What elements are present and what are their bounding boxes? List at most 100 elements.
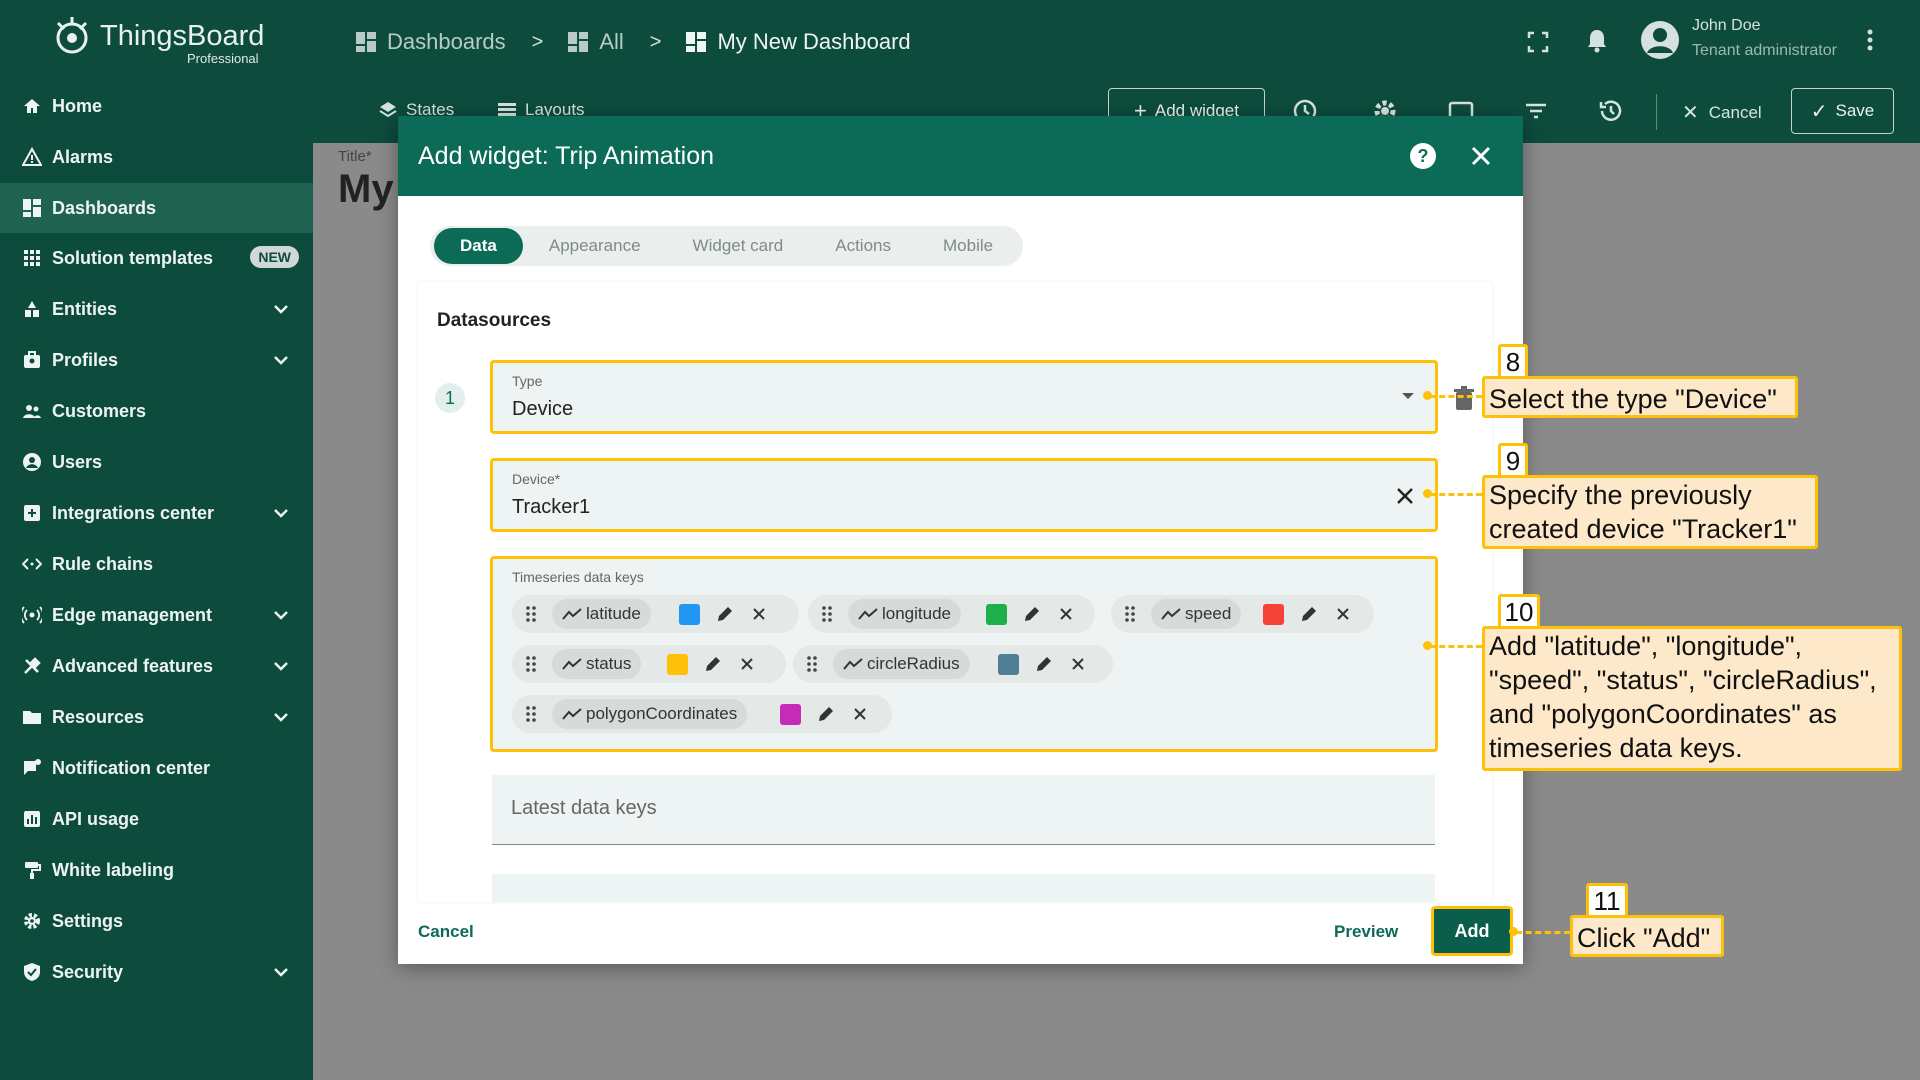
- sidebar-item-security[interactable]: Security: [0, 948, 313, 996]
- drag-handle-icon[interactable]: [1123, 604, 1137, 624]
- remove-key-icon[interactable]: [737, 654, 757, 674]
- rule-chains-icon: [22, 554, 42, 574]
- color-swatch[interactable]: [986, 604, 1007, 625]
- preview-button[interactable]: Preview: [1334, 922, 1398, 942]
- remove-key-icon[interactable]: [850, 704, 870, 724]
- sidebar-item-rule-chains[interactable]: Rule chains: [0, 540, 313, 588]
- sidebar-item-settings[interactable]: Settings: [0, 897, 313, 945]
- data-key-chip[interactable]: longitude: [808, 595, 1095, 633]
- drag-handle-icon[interactable]: [820, 604, 834, 624]
- gear-icon: [22, 911, 42, 931]
- logo[interactable]: ThingsBoard Professional: [50, 15, 280, 70]
- drag-handle-icon[interactable]: [524, 704, 538, 724]
- tab-appearance[interactable]: Appearance: [523, 228, 667, 264]
- sidebar-item-users[interactable]: Users: [0, 438, 313, 486]
- sidebar-item-integrations-center[interactable]: Integrations center: [0, 489, 313, 537]
- sidebar-item-label: Security: [52, 961, 124, 982]
- filter-icon[interactable]: [1522, 97, 1550, 125]
- api-usage-icon: [22, 809, 42, 829]
- data-key-chip[interactable]: polygonCoordinates: [512, 695, 892, 733]
- shield-icon: [22, 962, 42, 982]
- sidebar-item-advanced-features[interactable]: Advanced features: [0, 642, 313, 690]
- drag-handle-icon[interactable]: [805, 654, 819, 674]
- avatar[interactable]: [1640, 20, 1680, 60]
- latest-data-keys-field[interactable]: Latest data keys: [492, 775, 1435, 845]
- data-key-chip[interactable]: status: [512, 645, 786, 683]
- edit-icon[interactable]: [703, 654, 723, 674]
- sidebar-item-white-labeling[interactable]: White labeling: [0, 846, 313, 894]
- color-swatch[interactable]: [679, 604, 700, 625]
- toolbar-divider: [1656, 94, 1657, 130]
- sidebar-item-label: Integrations center: [52, 502, 215, 523]
- sidebar-item-home[interactable]: Home: [0, 82, 313, 130]
- history-icon[interactable]: [1597, 97, 1625, 125]
- color-swatch[interactable]: [780, 704, 801, 725]
- dashboard-title: My: [338, 167, 394, 211]
- breadcrumb-all[interactable]: All: [567, 29, 624, 55]
- drag-handle-icon[interactable]: [524, 604, 538, 624]
- edit-icon[interactable]: [1299, 604, 1319, 624]
- dashboard-title-label: Title*: [338, 148, 372, 165]
- timeseries-keys-field[interactable]: Timeseries data keys latitude longitude: [490, 556, 1438, 752]
- more-vert-icon[interactable]: [1856, 26, 1884, 54]
- color-swatch[interactable]: [998, 654, 1019, 675]
- sidebar-item-entities[interactable]: Entities: [0, 285, 313, 333]
- cancel-edit-button[interactable]: ✕ Cancel: [1682, 100, 1762, 125]
- sidebar-item-label: Rule chains: [52, 553, 154, 574]
- delete-datasource-icon[interactable]: [1453, 386, 1475, 412]
- dashboard-icon: [22, 198, 42, 218]
- tab-widget-card[interactable]: Widget card: [667, 228, 810, 264]
- step-number-10: 10: [1498, 594, 1540, 630]
- chevron-down-icon: [274, 305, 288, 314]
- breadcrumb: Dashboards > All > My New Dashboard: [355, 22, 911, 62]
- paint-roller-icon: [22, 860, 42, 880]
- sidebar-item-resources[interactable]: Resources: [0, 693, 313, 741]
- edit-icon[interactable]: [816, 704, 836, 724]
- data-key-chip[interactable]: latitude: [512, 595, 799, 633]
- close-icon[interactable]: [1469, 144, 1493, 168]
- data-key-chip[interactable]: speed: [1111, 595, 1374, 633]
- sidebar-item-api-usage[interactable]: API usage: [0, 795, 313, 843]
- sidebar-item-alarms[interactable]: Alarms: [0, 133, 313, 181]
- edit-icon[interactable]: [715, 604, 735, 624]
- notifications-bell-icon[interactable]: [1583, 26, 1611, 54]
- remove-key-icon[interactable]: [1333, 604, 1353, 624]
- sidebar-item-profiles[interactable]: Profiles: [0, 336, 313, 384]
- cancel-button[interactable]: Cancel: [418, 922, 474, 942]
- add-button[interactable]: Add: [1431, 906, 1513, 956]
- app-name: ThingsBoard: [100, 20, 265, 52]
- alarm-icon: [22, 147, 42, 167]
- remove-key-icon[interactable]: [749, 604, 769, 624]
- type-select[interactable]: Type Device: [490, 360, 1438, 434]
- tab-actions[interactable]: Actions: [809, 228, 917, 264]
- clear-icon[interactable]: [1395, 486, 1415, 506]
- edit-icon[interactable]: [1034, 654, 1054, 674]
- edit-icon[interactable]: [1022, 604, 1042, 624]
- integrations-icon: [22, 503, 42, 523]
- timeseries-icon: [843, 658, 863, 670]
- sidebar-item-customers[interactable]: Customers: [0, 387, 313, 435]
- tab-mobile[interactable]: Mobile: [917, 228, 1019, 264]
- new-badge: NEW: [250, 246, 299, 268]
- tab-data[interactable]: Data: [434, 228, 523, 264]
- sidebar-item-solution-templates[interactable]: Solution templates NEW: [0, 234, 313, 282]
- fullscreen-icon[interactable]: [1524, 28, 1552, 56]
- step-number-8: 8: [1498, 344, 1528, 380]
- chevron-down-icon: [274, 509, 288, 518]
- next-field[interactable]: [492, 874, 1435, 902]
- remove-key-icon[interactable]: [1068, 654, 1088, 674]
- sidebar-item-label: Customers: [52, 400, 147, 421]
- color-swatch[interactable]: [667, 654, 688, 675]
- sidebar-item-notification-center[interactable]: Notification center: [0, 744, 313, 792]
- color-swatch[interactable]: [1263, 604, 1284, 625]
- save-dashboard-button[interactable]: ✓ Save: [1791, 88, 1894, 134]
- sidebar-item-dashboards[interactable]: Dashboards: [0, 183, 313, 233]
- data-key-chip[interactable]: circleRadius: [793, 645, 1113, 683]
- breadcrumb-dashboards[interactable]: Dashboards: [355, 29, 506, 55]
- drag-handle-icon[interactable]: [524, 654, 538, 674]
- help-icon[interactable]: ?: [1409, 142, 1437, 170]
- device-field[interactable]: Device* Tracker1: [490, 458, 1438, 532]
- remove-key-icon[interactable]: [1056, 604, 1076, 624]
- sidebar-item-edge-management[interactable]: Edge management: [0, 591, 313, 639]
- home-icon: [22, 96, 42, 116]
